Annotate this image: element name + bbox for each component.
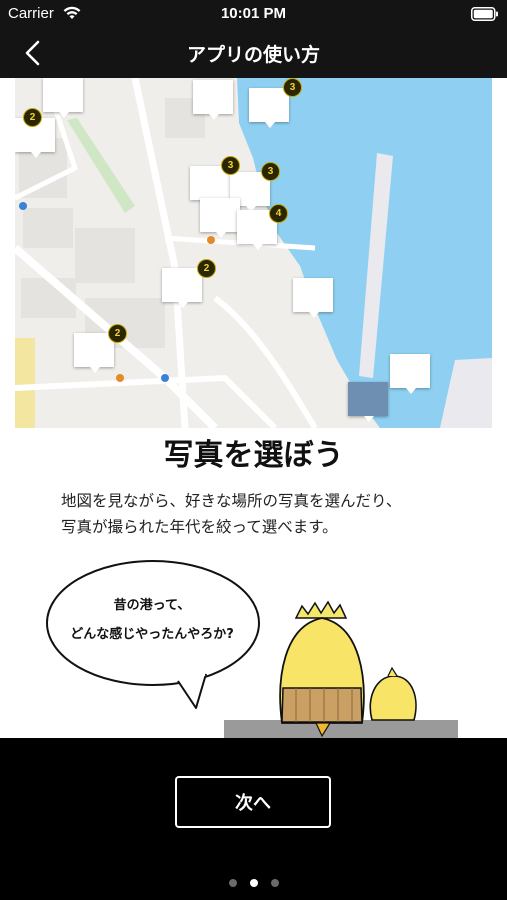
cluster-count-badge: 3 (221, 156, 240, 175)
mascot-scene: 昔の港って、 どんな感じやったんやろか? (46, 560, 458, 746)
bubble-text-line: どんな感じやったんやろか? (70, 626, 234, 642)
navigation-bar: アプリの使い方 (0, 28, 507, 78)
next-button[interactable]: 次へ (175, 776, 331, 828)
photo-pin[interactable] (390, 354, 430, 394)
status-bar: Carrier 10:01 PM (0, 0, 507, 28)
tutorial-page: 2 3 3 3 4 2 2 写真を選ぼう 地図を見ながら、好きな場所の写真を選ん… (0, 78, 507, 746)
mascot-small (369, 666, 417, 721)
photo-pin[interactable] (74, 333, 114, 373)
bottom-bar: 次へ (0, 738, 507, 900)
cluster-count-badge: 3 (261, 162, 280, 181)
description-line: 写真が撮られた年代を絞って選べます。 (61, 518, 338, 536)
mascot-large (279, 600, 365, 738)
mascot-illustration: 昔の港って、 どんな感じやったんやろか? (0, 548, 507, 746)
page-dot[interactable] (270, 879, 279, 887)
cluster-count-badge: 3 (283, 78, 302, 97)
page-dot[interactable] (249, 879, 258, 887)
speech-bubble: 昔の港って、 どんな感じやったんやろか? (46, 560, 260, 709)
cluster-count-badge: 2 (108, 324, 127, 343)
cluster-count-badge: 2 (23, 108, 42, 127)
map-screenshot: 2 3 3 3 4 2 2 (15, 78, 492, 428)
page-dot[interactable] (228, 879, 237, 887)
photo-pin-thumbnail[interactable] (348, 382, 388, 422)
bubble-text-line: 昔の港って、 (114, 597, 191, 613)
battery-icon (471, 6, 499, 25)
photo-pin[interactable] (43, 78, 83, 118)
description: 地図を見ながら、好きな場所の写真を選んだり、 写真が撮られた年代を絞って選べます… (61, 488, 481, 540)
page-title: アプリの使い方 (186, 44, 320, 66)
photo-pin[interactable] (293, 278, 333, 318)
photo-pin[interactable] (162, 268, 202, 308)
description-line: 地図を見ながら、好きな場所の写真を選んだり、 (61, 492, 402, 510)
photo-pin[interactable] (200, 198, 240, 238)
cluster-count-badge: 2 (197, 259, 216, 278)
clock: 10:01 PM (220, 5, 287, 22)
photo-pin[interactable] (193, 80, 233, 120)
cluster-count-badge: 4 (269, 204, 288, 223)
page-indicator[interactable] (0, 879, 507, 887)
photo-pin[interactable] (249, 88, 289, 128)
section-heading: 写真を選ぼう (163, 438, 344, 473)
